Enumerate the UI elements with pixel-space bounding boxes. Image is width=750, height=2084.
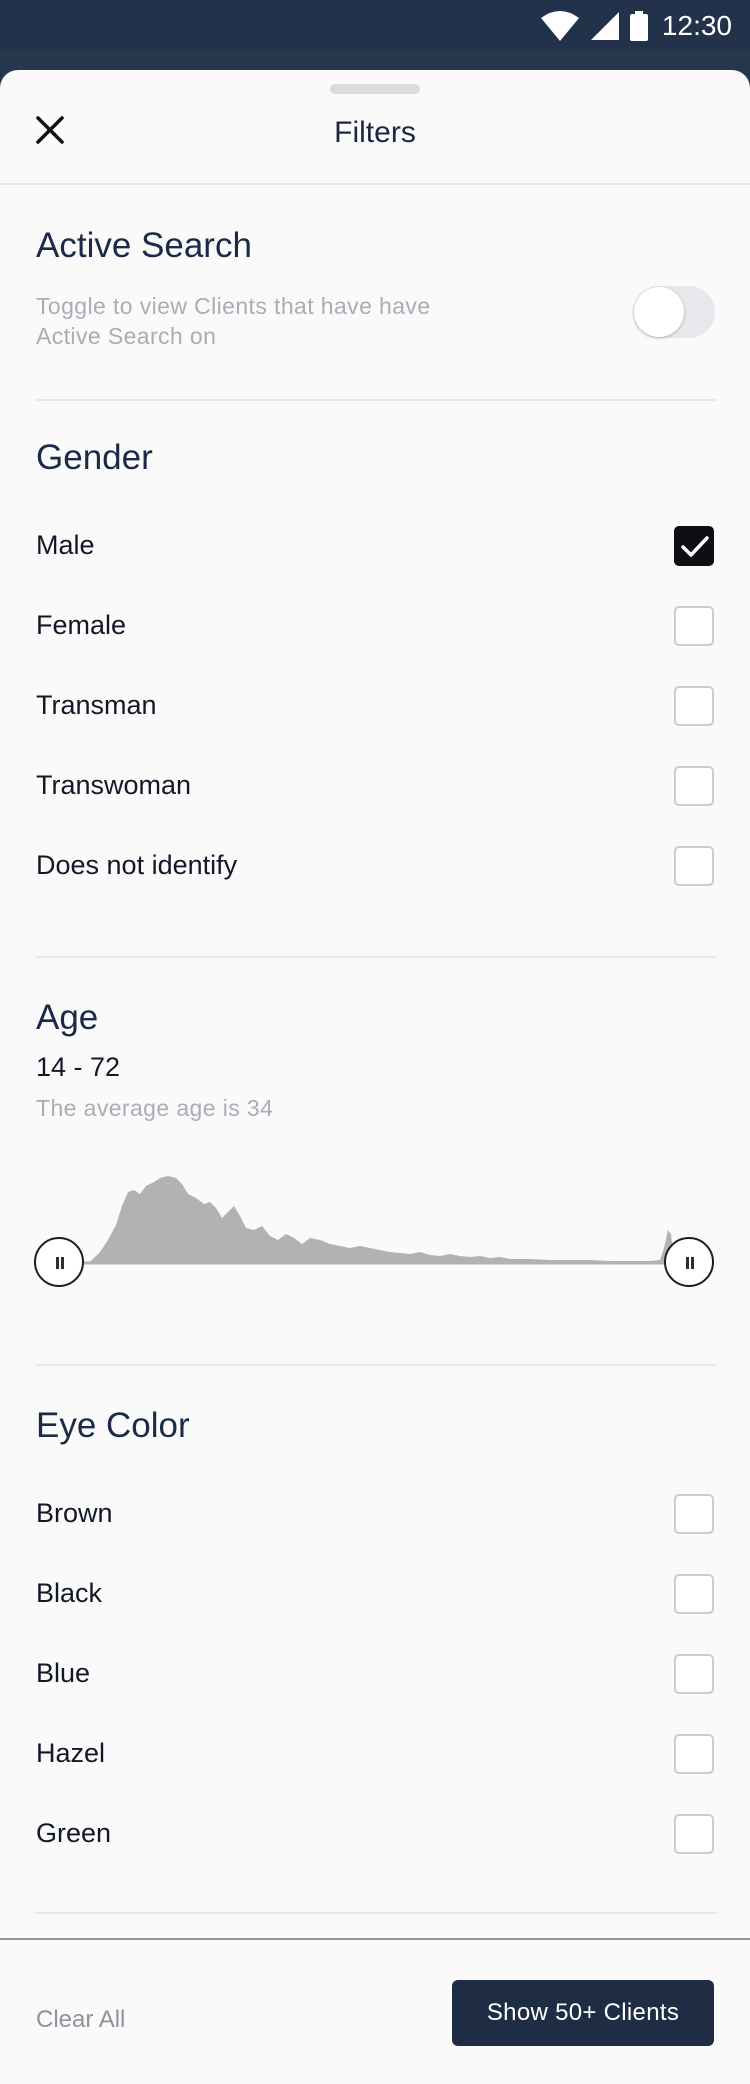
gender-option-does-not-identify[interactable]: Does not identify <box>0 836 750 896</box>
status-bar: 12:30 <box>0 0 750 50</box>
active-search-description-line1: Toggle to view Clients that have have <box>36 293 431 319</box>
checkbox[interactable] <box>674 1574 714 1614</box>
checkbox[interactable] <box>674 1494 714 1534</box>
eye-color-option-hazel[interactable]: Hazel <box>0 1724 750 1784</box>
divider <box>36 399 716 401</box>
status-bar-right: 12:30 <box>540 8 732 44</box>
pause-grip-icon <box>54 1257 66 1269</box>
gender-option-transman[interactable]: Transman <box>0 676 750 736</box>
age-title: Age <box>36 998 99 1037</box>
checkbox[interactable] <box>674 1814 714 1854</box>
age-average-text: The average age is 34 <box>36 1095 274 1121</box>
wifi-icon <box>540 10 580 42</box>
active-search-toggle[interactable] <box>633 286 715 338</box>
gender-option-female[interactable]: Female <box>0 596 750 656</box>
option-label: Transman <box>36 690 157 720</box>
checkbox[interactable] <box>674 606 714 646</box>
show-clients-button[interactable]: Show 50+ Clients <box>452 1980 714 2046</box>
eye-color-option-blue[interactable]: Blue <box>0 1644 750 1704</box>
gender-option-transwoman[interactable]: Transwoman <box>0 756 750 816</box>
checkbox[interactable] <box>674 846 714 886</box>
eye-color-option-brown[interactable]: Brown <box>0 1484 750 1544</box>
sheet-header: Filters <box>0 70 750 185</box>
checkbox-checked[interactable] <box>674 526 714 566</box>
cellular-signal-icon <box>590 11 620 41</box>
divider <box>36 956 716 958</box>
option-label: Hazel <box>36 1738 106 1768</box>
active-search-title: Active Search <box>36 226 252 265</box>
filters-sheet: Filters Active Search Toggle to view Cli… <box>0 70 750 2084</box>
option-label: Male <box>36 530 95 560</box>
checkbox[interactable] <box>674 686 714 726</box>
checkbox[interactable] <box>674 1734 714 1774</box>
status-time: 12:30 <box>661 10 732 41</box>
option-label: Does not identify <box>36 850 238 880</box>
divider <box>36 1912 716 1914</box>
option-label: Green <box>36 1818 112 1848</box>
active-search-description-line2: Active Search on <box>36 323 217 349</box>
age-histogram <box>60 1176 678 1265</box>
age-min-slider-handle[interactable] <box>34 1237 84 1287</box>
page-title: Filters <box>334 116 416 149</box>
gender-title: Gender <box>36 438 153 477</box>
gender-option-male[interactable]: Male <box>0 516 750 576</box>
checkmark-icon <box>681 536 709 557</box>
eye-color-option-black[interactable]: Black <box>0 1564 750 1624</box>
checkbox[interactable] <box>674 1654 714 1694</box>
pause-grip-icon <box>684 1257 696 1269</box>
age-max-slider-handle[interactable] <box>664 1237 714 1287</box>
clear-all-button[interactable]: Clear All <box>36 2006 125 2034</box>
divider <box>36 1364 716 1366</box>
option-label: Female <box>36 610 127 640</box>
eye-color-title: Eye Color <box>36 1406 190 1445</box>
footer-bar: Clear All Show 50+ Clients <box>0 1938 750 2084</box>
battery-icon <box>629 11 648 41</box>
option-label: Transwoman <box>36 770 192 800</box>
age-range-value: 14 - 72 <box>36 1052 121 1082</box>
option-label: Blue <box>36 1658 91 1688</box>
option-label: Black <box>36 1578 103 1608</box>
eye-color-option-green[interactable]: Green <box>0 1804 750 1864</box>
option-label: Brown <box>36 1498 113 1528</box>
toggle-knob <box>634 287 684 337</box>
checkbox[interactable] <box>674 766 714 806</box>
